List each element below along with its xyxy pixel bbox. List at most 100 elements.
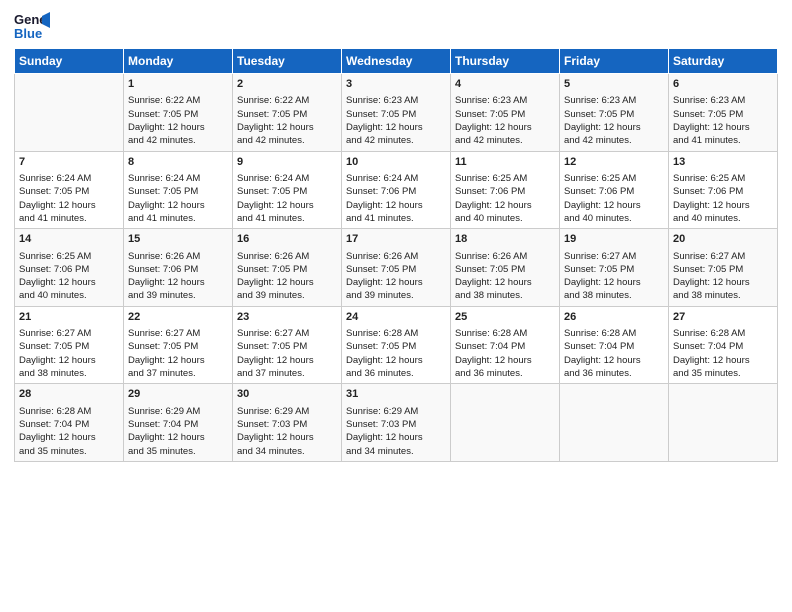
calendar-cell	[15, 74, 124, 152]
cell-text: Sunrise: 6:28 AM	[346, 327, 446, 340]
cell-text: Sunset: 7:05 PM	[19, 185, 119, 198]
cell-text: Sunset: 7:05 PM	[237, 185, 337, 198]
cell-text: Sunset: 7:03 PM	[346, 418, 446, 431]
cell-text: and 34 minutes.	[346, 445, 446, 458]
cell-text: and 40 minutes.	[564, 212, 664, 225]
cell-text: and 40 minutes.	[673, 212, 773, 225]
cell-text: Sunrise: 6:28 AM	[455, 327, 555, 340]
day-number: 16	[237, 232, 337, 247]
svg-text:Blue: Blue	[14, 26, 42, 41]
cell-text: and 37 minutes.	[128, 367, 228, 380]
cell-text: and 37 minutes.	[237, 367, 337, 380]
cell-text: Daylight: 12 hours	[673, 121, 773, 134]
day-number: 3	[346, 77, 446, 92]
cell-text: Daylight: 12 hours	[19, 199, 119, 212]
cell-text: Daylight: 12 hours	[564, 121, 664, 134]
cell-text: Sunrise: 6:26 AM	[128, 250, 228, 263]
cell-text: Sunrise: 6:23 AM	[346, 94, 446, 107]
cell-text: Sunrise: 6:27 AM	[564, 250, 664, 263]
cell-text: and 42 minutes.	[564, 134, 664, 147]
cell-text: Daylight: 12 hours	[128, 354, 228, 367]
cell-text: Sunrise: 6:25 AM	[19, 250, 119, 263]
day-number: 8	[128, 155, 228, 170]
calendar-cell: 26Sunrise: 6:28 AMSunset: 7:04 PMDayligh…	[560, 306, 669, 384]
cell-text: Sunrise: 6:29 AM	[346, 405, 446, 418]
cell-text: Daylight: 12 hours	[346, 431, 446, 444]
cell-text: Sunset: 7:05 PM	[346, 108, 446, 121]
cell-text: Sunset: 7:05 PM	[128, 340, 228, 353]
cell-text: Sunrise: 6:25 AM	[455, 172, 555, 185]
day-number: 9	[237, 155, 337, 170]
cell-text: Sunset: 7:05 PM	[564, 263, 664, 276]
cell-text: Sunset: 7:05 PM	[455, 263, 555, 276]
calendar-cell: 9Sunrise: 6:24 AMSunset: 7:05 PMDaylight…	[233, 151, 342, 229]
cell-text: Sunrise: 6:22 AM	[128, 94, 228, 107]
calendar-cell: 30Sunrise: 6:29 AMSunset: 7:03 PMDayligh…	[233, 384, 342, 462]
calendar-page: GeneralBlue SundayMondayTuesdayWednesday…	[0, 0, 792, 612]
cell-text: Daylight: 12 hours	[237, 431, 337, 444]
logo: GeneralBlue	[14, 10, 50, 42]
day-number: 30	[237, 387, 337, 402]
header-thursday: Thursday	[451, 49, 560, 74]
cell-text: and 38 minutes.	[673, 289, 773, 302]
cell-text: Daylight: 12 hours	[237, 354, 337, 367]
day-number: 1	[128, 77, 228, 92]
cell-text: and 38 minutes.	[455, 289, 555, 302]
cell-text: Sunrise: 6:28 AM	[564, 327, 664, 340]
cell-text: and 35 minutes.	[673, 367, 773, 380]
calendar-cell: 21Sunrise: 6:27 AMSunset: 7:05 PMDayligh…	[15, 306, 124, 384]
calendar-cell: 1Sunrise: 6:22 AMSunset: 7:05 PMDaylight…	[124, 74, 233, 152]
cell-text: Daylight: 12 hours	[19, 431, 119, 444]
cell-text: Daylight: 12 hours	[128, 276, 228, 289]
cell-text: Sunrise: 6:26 AM	[346, 250, 446, 263]
calendar-cell	[669, 384, 778, 462]
day-number: 2	[237, 77, 337, 92]
day-number: 10	[346, 155, 446, 170]
day-number: 24	[346, 310, 446, 325]
cell-text: Sunrise: 6:25 AM	[564, 172, 664, 185]
cell-text: and 36 minutes.	[455, 367, 555, 380]
cell-text: Sunrise: 6:27 AM	[237, 327, 337, 340]
cell-text: Daylight: 12 hours	[455, 276, 555, 289]
cell-text: Sunset: 7:04 PM	[19, 418, 119, 431]
cell-text: Sunset: 7:04 PM	[455, 340, 555, 353]
day-number: 7	[19, 155, 119, 170]
header-tuesday: Tuesday	[233, 49, 342, 74]
cell-text: Sunrise: 6:22 AM	[237, 94, 337, 107]
cell-text: Sunset: 7:06 PM	[673, 185, 773, 198]
cell-text: Sunrise: 6:29 AM	[128, 405, 228, 418]
cell-text: Sunset: 7:05 PM	[19, 340, 119, 353]
cell-text: Sunset: 7:06 PM	[455, 185, 555, 198]
calendar-cell: 10Sunrise: 6:24 AMSunset: 7:06 PMDayligh…	[342, 151, 451, 229]
header-friday: Friday	[560, 49, 669, 74]
week-row-4: 21Sunrise: 6:27 AMSunset: 7:05 PMDayligh…	[15, 306, 778, 384]
day-number: 20	[673, 232, 773, 247]
week-row-3: 14Sunrise: 6:25 AMSunset: 7:06 PMDayligh…	[15, 229, 778, 307]
header: GeneralBlue	[14, 10, 778, 42]
cell-text: Sunset: 7:06 PM	[564, 185, 664, 198]
calendar-cell: 20Sunrise: 6:27 AMSunset: 7:05 PMDayligh…	[669, 229, 778, 307]
cell-text: Sunrise: 6:24 AM	[19, 172, 119, 185]
calendar-cell	[560, 384, 669, 462]
day-number: 29	[128, 387, 228, 402]
cell-text: and 40 minutes.	[455, 212, 555, 225]
cell-text: and 35 minutes.	[19, 445, 119, 458]
cell-text: Daylight: 12 hours	[346, 199, 446, 212]
cell-text: and 41 minutes.	[673, 134, 773, 147]
day-number: 31	[346, 387, 446, 402]
calendar-cell: 16Sunrise: 6:26 AMSunset: 7:05 PMDayligh…	[233, 229, 342, 307]
cell-text: Sunset: 7:05 PM	[564, 108, 664, 121]
calendar-cell: 19Sunrise: 6:27 AMSunset: 7:05 PMDayligh…	[560, 229, 669, 307]
cell-text: Sunrise: 6:23 AM	[455, 94, 555, 107]
calendar-cell: 4Sunrise: 6:23 AMSunset: 7:05 PMDaylight…	[451, 74, 560, 152]
calendar-cell: 6Sunrise: 6:23 AMSunset: 7:05 PMDaylight…	[669, 74, 778, 152]
week-row-2: 7Sunrise: 6:24 AMSunset: 7:05 PMDaylight…	[15, 151, 778, 229]
cell-text: Sunrise: 6:27 AM	[19, 327, 119, 340]
cell-text: Daylight: 12 hours	[673, 199, 773, 212]
calendar-cell: 22Sunrise: 6:27 AMSunset: 7:05 PMDayligh…	[124, 306, 233, 384]
week-row-1: 1Sunrise: 6:22 AMSunset: 7:05 PMDaylight…	[15, 74, 778, 152]
cell-text: Sunrise: 6:23 AM	[564, 94, 664, 107]
cell-text: Daylight: 12 hours	[455, 199, 555, 212]
day-number: 18	[455, 232, 555, 247]
cell-text: Daylight: 12 hours	[237, 121, 337, 134]
